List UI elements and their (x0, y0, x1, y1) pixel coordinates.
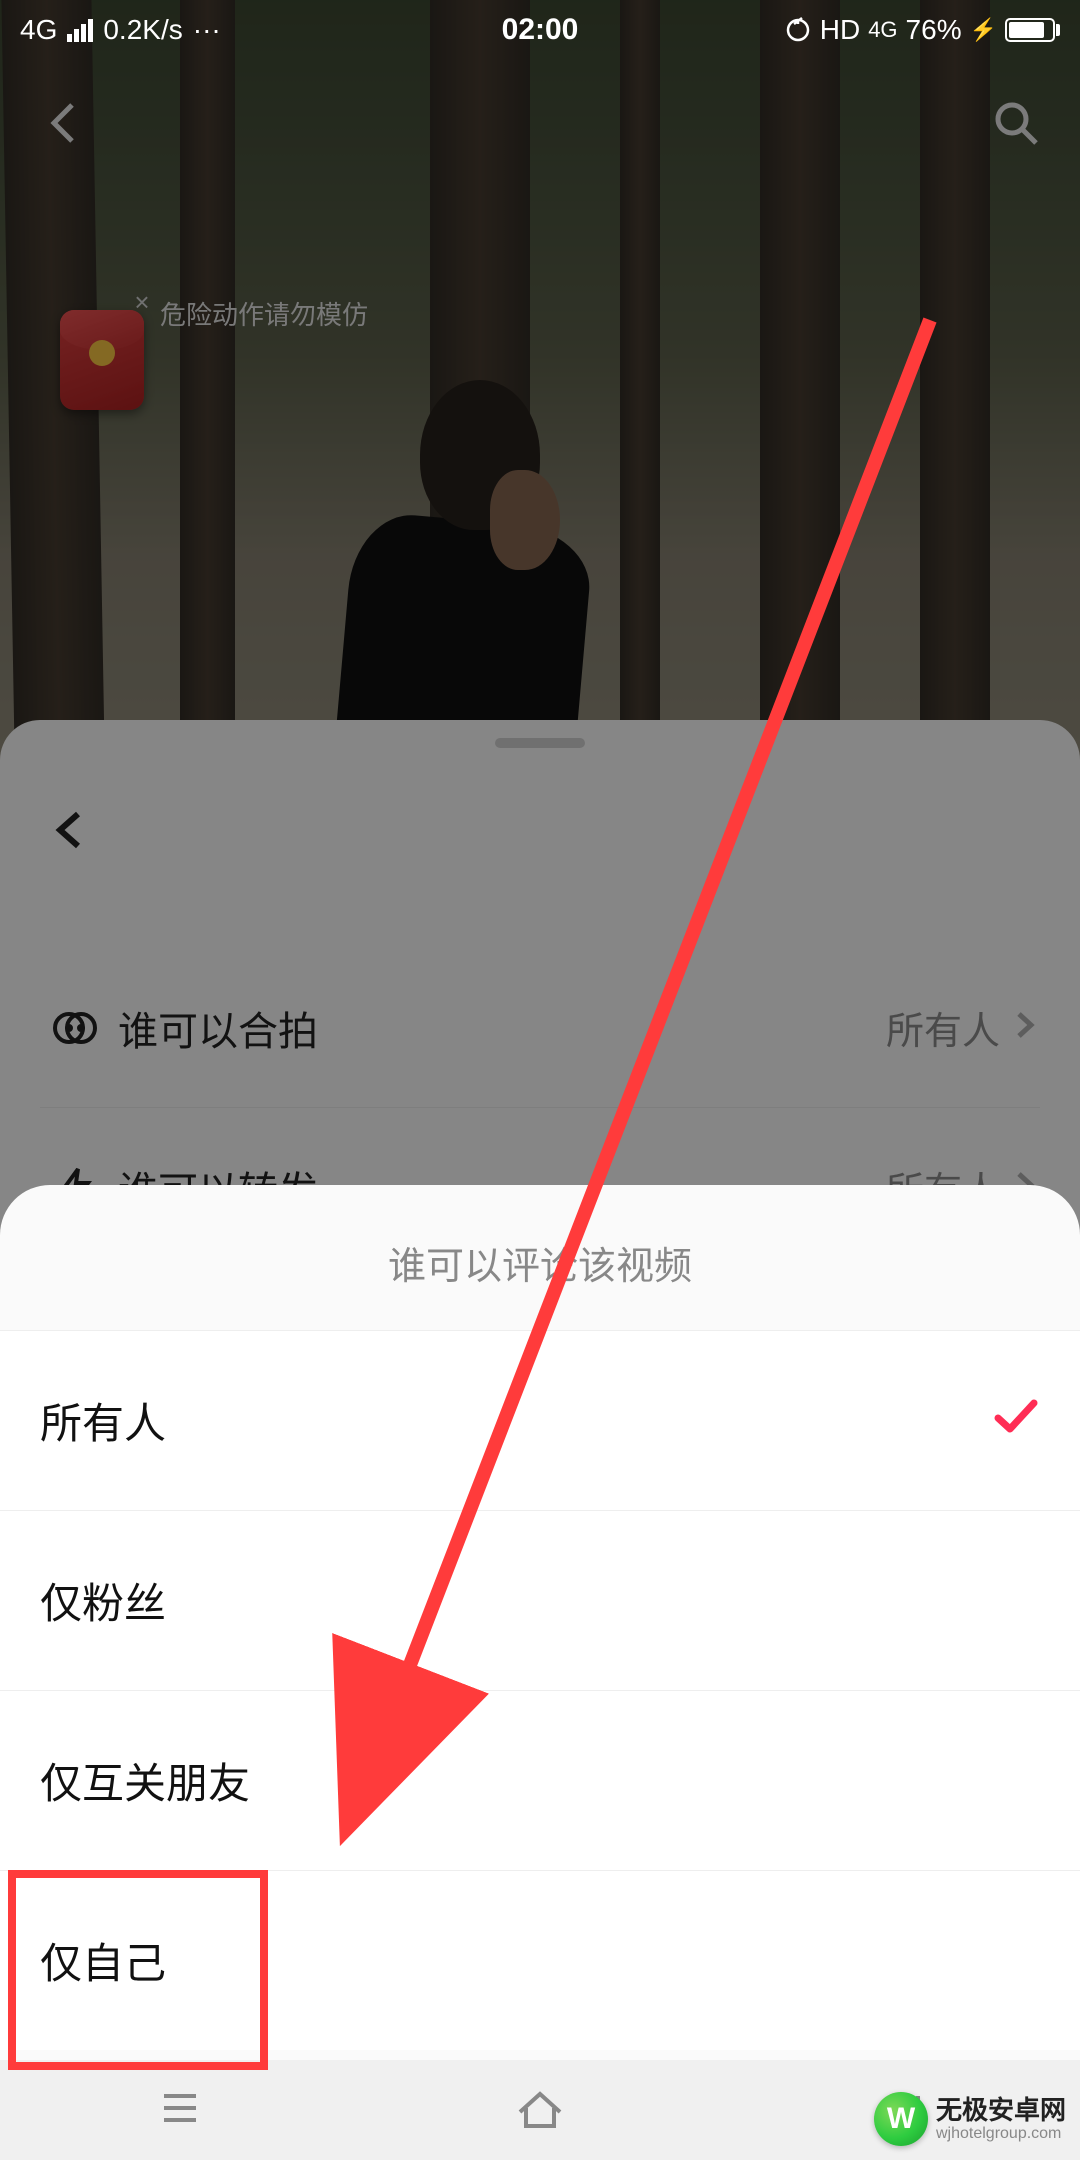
status-bar: 4G 0.2K/s ··· 02:00 HD 4G 76% ⚡ (0, 0, 1080, 60)
checkmark-icon (990, 1391, 1040, 1451)
charging-icon: ⚡ (970, 17, 997, 43)
hd-label: HD (820, 14, 860, 46)
option-label: 仅自己 (40, 1930, 166, 1991)
option-label: 所有人 (40, 1390, 166, 1451)
clock-label: 02:00 (502, 13, 579, 47)
more-dots: ··· (193, 14, 221, 46)
watermark-domain: wjhotelgroup.com (936, 2125, 1066, 2143)
battery-icon (1005, 18, 1060, 42)
comment-permission-sheet: 谁可以评论该视频 所有人 仅粉丝 仅互关朋友 仅自己 (0, 1185, 1080, 2160)
option-label: 仅粉丝 (40, 1570, 166, 1631)
nav-home-button[interactable] (514, 2082, 566, 2139)
mute-icon (784, 16, 812, 44)
watermark-logo-icon: W (874, 2092, 928, 2146)
signal-icon (67, 19, 93, 42)
watermark: W 无极安卓网 wjhotelgroup.com (874, 2092, 1066, 2146)
option-fans-only[interactable]: 仅粉丝 (0, 1510, 1080, 1690)
network-speed-label: 0.2K/s (103, 14, 182, 46)
nav-recent-button[interactable] (154, 2082, 206, 2139)
sheet-title: 谁可以评论该视频 (0, 1185, 1080, 1330)
option-label: 仅互关朋友 (40, 1750, 250, 1811)
network-type-label: 4G (20, 14, 57, 46)
watermark-name: 无极安卓网 (936, 2096, 1066, 2125)
option-self-only[interactable]: 仅自己 (0, 1870, 1080, 2050)
option-everyone[interactable]: 所有人 (0, 1330, 1080, 1510)
battery-percent-label: 76% (906, 14, 962, 46)
option-mutual-friends[interactable]: 仅互关朋友 (0, 1690, 1080, 1870)
network-type-right: 4G (868, 17, 897, 43)
